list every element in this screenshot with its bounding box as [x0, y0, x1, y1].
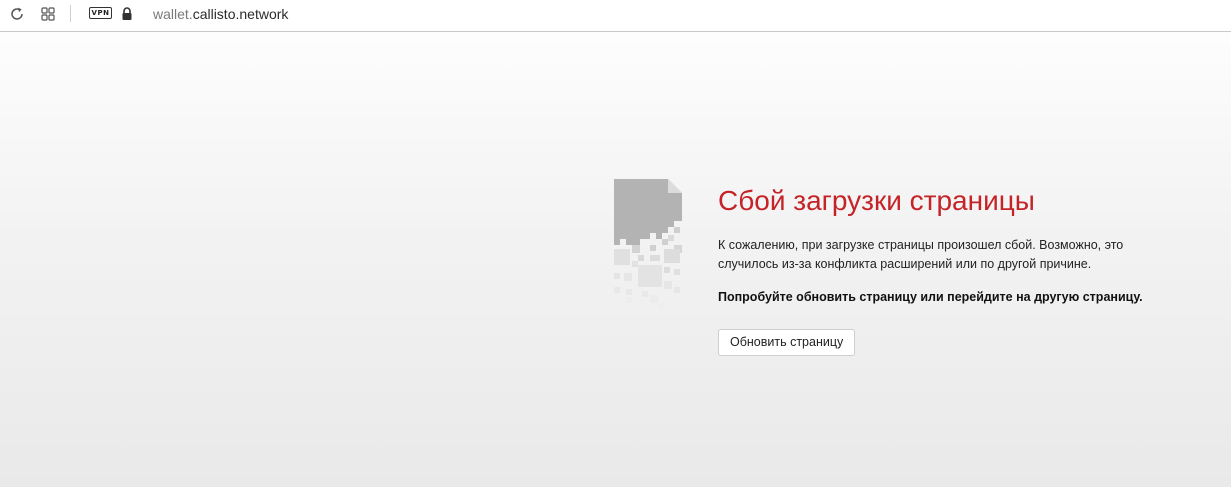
broken-page-icon — [612, 177, 684, 311]
vpn-badge[interactable]: VPN — [89, 7, 112, 19]
reload-icon[interactable] — [8, 5, 26, 23]
toolbar-separator — [70, 5, 71, 22]
tabs-grid-icon[interactable] — [39, 5, 57, 23]
reload-page-button[interactable]: Обновить страницу — [718, 329, 856, 356]
url-domain: callisto.network — [192, 6, 289, 22]
browser-toolbar: VPN wallet.callisto.network — [0, 0, 1231, 32]
url-subdomain: wallet. — [153, 6, 193, 22]
error-content: Сбой загрузки страницы К сожалению, при … — [718, 182, 1198, 356]
address-bar[interactable]: wallet.callisto.network — [153, 5, 288, 23]
lock-icon[interactable] — [120, 5, 134, 23]
error-description: К сожалению, при загрузке страницы произ… — [718, 238, 1124, 271]
error-hint: Попробуйте обновить страницу или перейди… — [718, 290, 1143, 304]
error-title: Сбой загрузки страницы — [718, 185, 1035, 216]
